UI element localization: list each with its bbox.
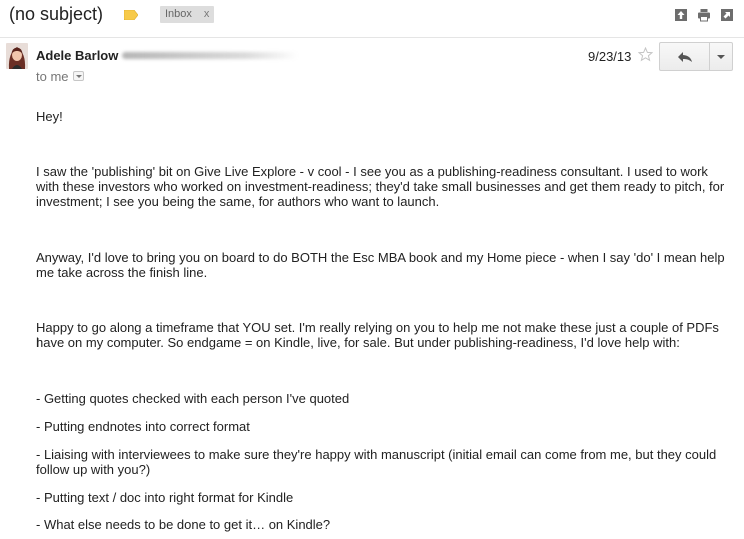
body-greeting: Hey!: [36, 109, 63, 124]
header-divider: [0, 37, 744, 38]
sender-avatar[interactable]: [6, 43, 28, 69]
body-line: with these investors who worked on inves…: [36, 179, 725, 194]
chevron-down-icon: [717, 54, 725, 59]
inbox-label-chip[interactable]: Inbox x: [160, 6, 215, 23]
reply-arrow-icon: [677, 51, 692, 62]
reply-button[interactable]: [660, 43, 710, 70]
label-tag-icon[interactable]: [124, 10, 138, 20]
inbox-label-text: Inbox: [165, 8, 192, 20]
body-line: have on my computer. So endgame = on Kin…: [36, 335, 680, 350]
list-item: follow up with you?): [36, 462, 151, 477]
archive-icon[interactable]: [674, 8, 688, 22]
list-item: - Putting endnotes into correct format: [36, 419, 250, 434]
body-line: I saw the 'publishing' bit on Give Live …: [36, 164, 708, 179]
thread-header: (no subject) Inbox x: [0, 0, 744, 32]
star-icon[interactable]: [638, 47, 653, 62]
remove-label-button[interactable]: x: [204, 8, 210, 20]
list-item: - Putting text / doc into right format f…: [36, 490, 294, 505]
sender-name[interactable]: Adele Barlow: [36, 48, 118, 63]
body-line: investment; I see you being the same, fo…: [36, 194, 440, 209]
print-icon[interactable]: [697, 8, 711, 22]
more-actions-button[interactable]: [710, 43, 732, 70]
thread-actions: [674, 8, 734, 22]
subject-title: (no subject): [9, 4, 104, 24]
body-line: Anyway, I'd love to bring you on board t…: [36, 250, 725, 265]
list-item: - What else needs to be done to get it… …: [36, 517, 331, 532]
redacted-email-address: [122, 52, 298, 59]
show-details-dropdown[interactable]: [73, 71, 84, 81]
body-line: me take across the finish line.: [36, 265, 208, 280]
recipient-text: to me: [36, 69, 69, 84]
list-item: - Liaising with interviewees to make sur…: [36, 447, 717, 462]
message-date[interactable]: 9/23/13: [588, 49, 631, 64]
new-window-icon[interactable]: [720, 8, 734, 22]
list-item: - Getting quotes checked with each perso…: [36, 391, 350, 406]
reply-button-group: [659, 42, 733, 71]
